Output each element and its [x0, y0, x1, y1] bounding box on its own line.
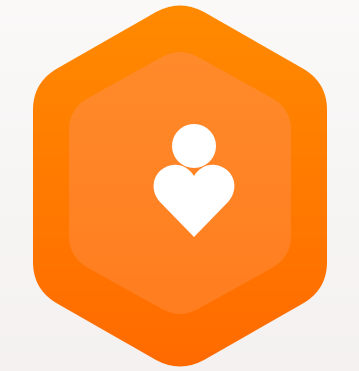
badge-icon [33, 5, 327, 367]
icon-canvas [0, 0, 359, 371]
person-head-icon [172, 124, 216, 168]
